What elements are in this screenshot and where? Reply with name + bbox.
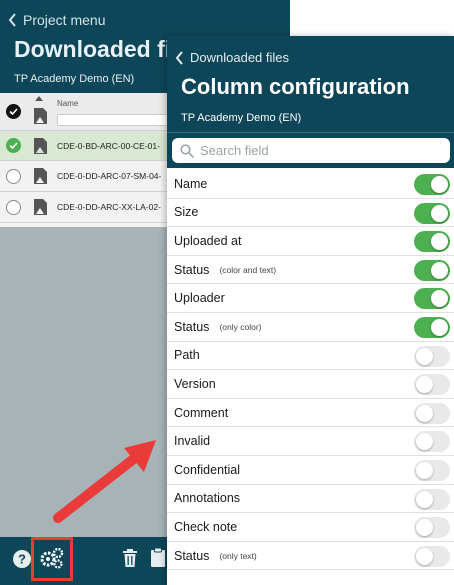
clipboard-icon[interactable] xyxy=(150,547,166,568)
column-note: (only text) xyxy=(219,550,257,561)
column-toggle-row[interactable]: Comment xyxy=(167,399,454,428)
help-icon[interactable]: ? xyxy=(13,550,31,568)
column-toggle-switch[interactable] xyxy=(414,288,450,310)
toggle-knob xyxy=(431,318,448,336)
column-label: Size xyxy=(174,205,199,220)
file-name: CDE-0-BD-ARC-00-CE-01- xyxy=(57,141,160,151)
checkmark-icon xyxy=(9,108,18,115)
column-toggle-row[interactable]: Name xyxy=(167,170,454,199)
column-toggle-switch[interactable] xyxy=(414,402,450,424)
project-name: TP Academy Demo (EN) xyxy=(14,73,135,85)
column-toggle-row[interactable]: Size xyxy=(167,199,454,228)
column-label: Invalid xyxy=(174,434,211,449)
column-toggle-switch[interactable] xyxy=(414,431,450,453)
column-toggle-switch[interactable] xyxy=(414,545,450,567)
toggle-knob xyxy=(431,233,448,251)
toggle-knob xyxy=(416,376,433,394)
checkmark-icon xyxy=(9,142,18,149)
column-label: Check note xyxy=(174,519,238,534)
column-list: Name Size Uploaded at Status (color and text… xyxy=(167,170,454,571)
downloaded-files-back-button[interactable]: Downloaded files xyxy=(175,50,289,65)
column-toggle-switch[interactable] xyxy=(414,374,450,396)
column-label: Status xyxy=(174,319,210,334)
column-label: Uploader xyxy=(174,291,225,306)
select-all-checkbox[interactable] xyxy=(6,104,21,119)
column-label: Name xyxy=(174,176,208,191)
column-toggle-row[interactable]: Uploaded at xyxy=(167,227,454,256)
file-name: CDE-0-DD-ARC-07-SM-04- xyxy=(57,171,162,181)
column-toggle-row[interactable]: Confidential xyxy=(167,456,454,485)
column-toggle-switch[interactable] xyxy=(414,488,450,510)
toggle-knob xyxy=(431,176,448,193)
back-label: Downloaded files xyxy=(190,50,290,65)
column-toggle-row[interactable]: Status (color and text) xyxy=(167,256,454,285)
column-note: (only color) xyxy=(219,321,262,332)
column-label: Status xyxy=(174,262,210,277)
row-checkbox[interactable] xyxy=(6,138,21,153)
project-name: TP Academy Demo (EN) xyxy=(181,112,302,124)
column-toggle-row[interactable]: Check note xyxy=(167,513,454,542)
column-toggle-row[interactable]: Status (only text) xyxy=(167,542,454,571)
toggle-knob xyxy=(416,347,433,365)
chevron-left-icon xyxy=(8,13,16,27)
column-toggle-switch[interactable] xyxy=(414,345,450,367)
column-configuration-popover: Downloaded files Column configuration TP… xyxy=(167,36,454,585)
column-label: Path xyxy=(174,348,200,363)
popover-header: Downloaded files Column configuration TP… xyxy=(167,36,454,168)
highlight-box xyxy=(31,537,73,581)
file-name: CDE-0-DD-ARC-XX-LA-02- xyxy=(57,202,161,212)
column-toggle-switch[interactable] xyxy=(414,174,450,195)
column-note: (color and text) xyxy=(219,264,277,275)
document-icon xyxy=(34,168,47,184)
toggle-knob xyxy=(416,404,433,422)
search-bar[interactable] xyxy=(172,138,450,163)
column-toggle-row[interactable]: Path xyxy=(167,342,454,371)
annotation-arrow-icon xyxy=(53,440,156,523)
column-label: Version xyxy=(174,376,216,391)
popover-title: Column configuration xyxy=(181,74,410,99)
toggle-knob xyxy=(416,433,433,451)
toggle-knob xyxy=(416,490,433,508)
toggle-knob xyxy=(431,261,448,279)
sort-arrow-icon[interactable] xyxy=(35,96,43,101)
toggle-knob xyxy=(431,290,448,308)
column-toggle-row[interactable]: Invalid xyxy=(167,427,454,456)
divider xyxy=(167,132,454,133)
svg-text:?: ? xyxy=(18,552,26,567)
column-toggle-switch[interactable] xyxy=(414,316,450,338)
toggle-knob xyxy=(431,204,448,222)
document-icon xyxy=(34,108,47,124)
document-icon xyxy=(34,138,47,154)
column-label: Comment xyxy=(174,405,229,420)
row-checkbox[interactable] xyxy=(6,200,21,215)
column-toggle-switch[interactable] xyxy=(414,459,450,481)
column-toggle-switch[interactable] xyxy=(414,259,450,281)
column-toggle-row[interactable]: Uploader xyxy=(167,284,454,313)
toggle-knob xyxy=(416,519,433,537)
column-label: Annotations xyxy=(174,491,241,506)
column-label: Status xyxy=(174,548,210,563)
name-column-header[interactable]: Name xyxy=(57,99,78,108)
project-menu-back-button[interactable]: Project menu xyxy=(8,12,105,28)
column-toggle-switch[interactable] xyxy=(414,231,450,253)
row-checkbox[interactable] xyxy=(6,169,21,184)
column-label: Uploaded at xyxy=(174,233,242,248)
search-icon xyxy=(180,143,194,158)
column-toggle-row[interactable]: Status (only color) xyxy=(167,313,454,342)
column-toggle-switch[interactable] xyxy=(414,517,450,539)
search-input[interactable] xyxy=(200,143,440,158)
column-label: Confidential xyxy=(174,462,241,477)
document-icon xyxy=(34,199,47,215)
chevron-left-icon xyxy=(175,50,183,65)
trash-icon[interactable] xyxy=(122,548,138,568)
column-toggle-row[interactable]: Version xyxy=(167,370,454,399)
column-toggle-row[interactable]: Annotations xyxy=(167,485,454,514)
toggle-knob xyxy=(416,547,433,565)
back-label: Project menu xyxy=(23,12,106,28)
toggle-knob xyxy=(416,461,433,479)
column-toggle-switch[interactable] xyxy=(414,202,450,224)
